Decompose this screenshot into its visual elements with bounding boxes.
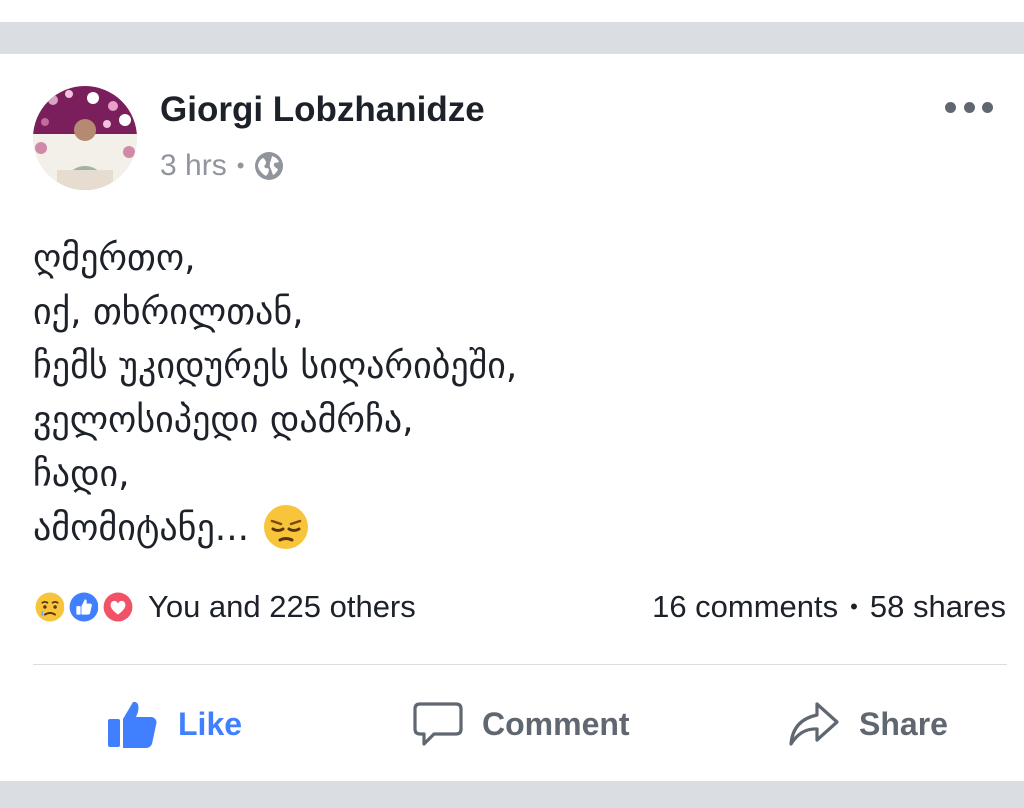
like-label: Like [178, 705, 243, 742]
avatar-photo [33, 86, 137, 190]
more-dot [945, 101, 956, 113]
like-button[interactable]: Like [106, 694, 242, 754]
meta-separator: • [236, 153, 245, 178]
post-body: ღმერთო, იქ, თხრილთან, ჩემს უკიდურეს სიღა… [33, 232, 973, 556]
shares-count[interactable]: 58 shares [870, 589, 1006, 625]
post-timestamp[interactable]: 3 hrs [160, 149, 227, 183]
comment-button[interactable]: Comment [412, 694, 630, 754]
more-dot [982, 101, 993, 113]
post-line: იქ, თხრილთან, [33, 292, 304, 333]
post-meta: 3 hrs • [160, 148, 284, 184]
more-options-icon[interactable] [945, 96, 993, 118]
thumbs-up-icon [108, 701, 157, 748]
share-label: Share [859, 705, 948, 742]
share-button[interactable]: Share [787, 694, 948, 754]
engagement-counts: 16 comments • 58 shares [652, 584, 1006, 630]
comments-count[interactable]: 16 comments [652, 589, 838, 625]
author-avatar[interactable] [33, 86, 137, 190]
more-dot [963, 101, 975, 113]
post-line: ღმერთო, [33, 238, 196, 279]
reactions-summary[interactable]: You and 225 others [30, 584, 416, 630]
author-name[interactable]: Giorgi Lobzhanidze [160, 90, 485, 130]
comment-icon [413, 702, 463, 746]
comment-label: Comment [482, 705, 630, 742]
reactions-label[interactable]: You and 225 others [148, 589, 416, 625]
actions-divider [33, 664, 1007, 665]
post-line: ველოსიპედი დამრჩა, [33, 400, 414, 441]
pensive-face-emoji [264, 505, 309, 549]
post-line: ჩემს უკიდურეს სიღარიბეში, [33, 346, 518, 387]
post-line: ჩადი, [33, 454, 130, 495]
love-reaction-icon [98, 587, 138, 627]
bottom-feed-separator [0, 781, 1024, 808]
post-line-last: ამომიტანე... [33, 502, 973, 556]
counts-separator: • [850, 594, 858, 619]
share-arrow-icon [789, 702, 839, 746]
top-feed-separator [0, 0, 1024, 54]
globe-icon[interactable] [254, 151, 284, 181]
post-line-text: ამომიტანე... [33, 508, 250, 549]
